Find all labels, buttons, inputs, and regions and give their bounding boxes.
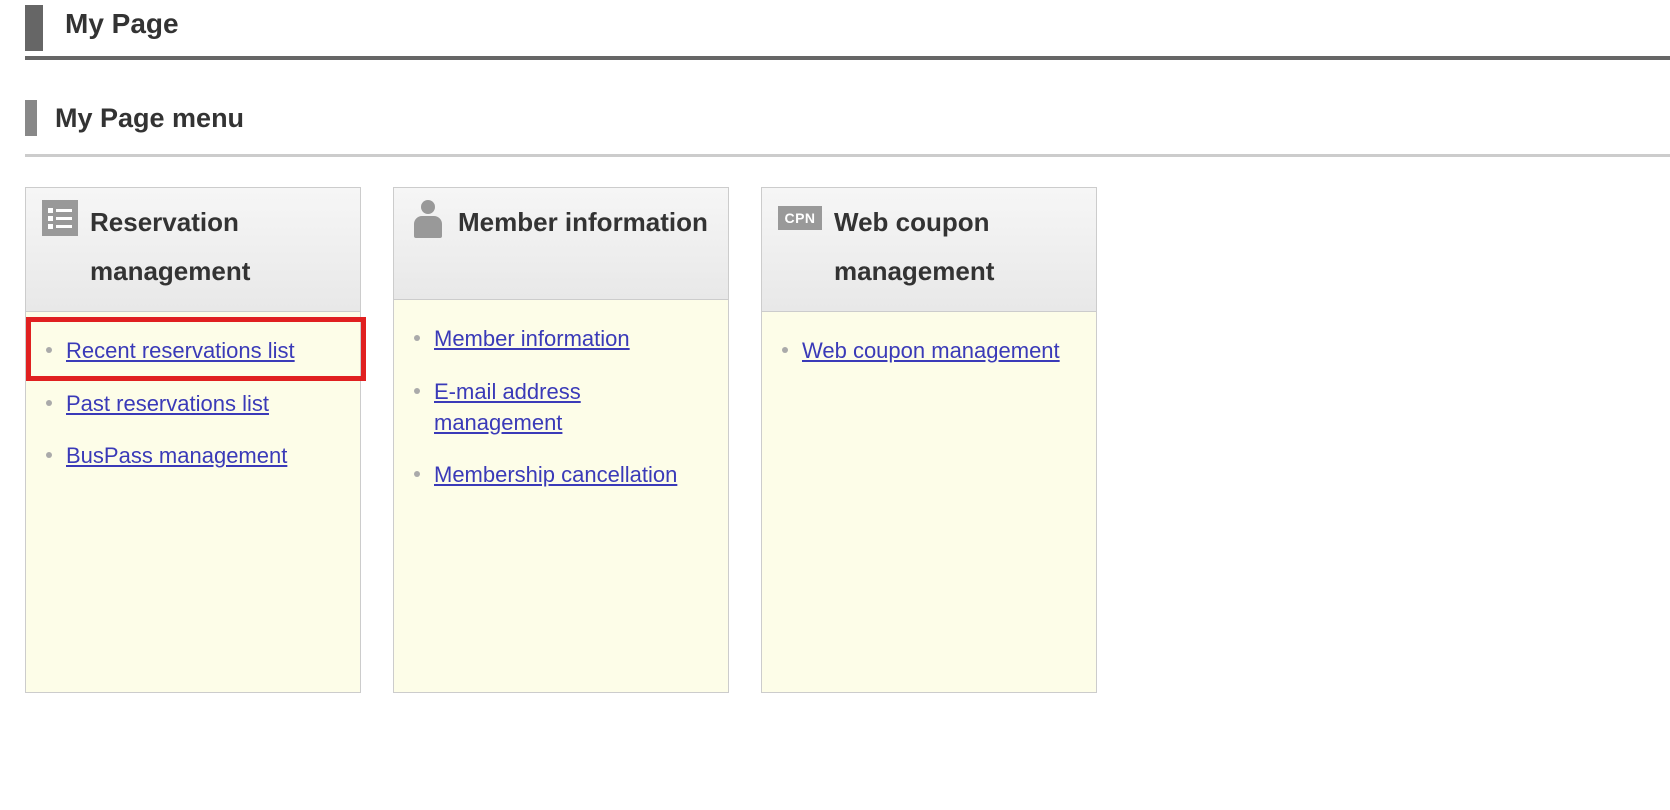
- link-buspass-management[interactable]: BusPass management: [66, 441, 287, 472]
- card-reservation-management: Reservation management Recent reservatio…: [25, 187, 361, 693]
- cpn-icon: CPN: [778, 200, 822, 230]
- card-header: Member information: [394, 188, 728, 300]
- list-item: Member information: [414, 324, 708, 355]
- page-header: My Page: [25, 0, 1670, 60]
- bullet-icon: [414, 388, 420, 394]
- link-member-information[interactable]: Member information: [434, 324, 630, 355]
- bullet-icon: [46, 452, 52, 458]
- link-email-management[interactable]: E-mail address management: [434, 377, 708, 439]
- card-member-information: Member information Member information E-…: [393, 187, 729, 693]
- page-title: My Page: [65, 8, 179, 40]
- link-past-reservations[interactable]: Past reservations list: [66, 389, 269, 420]
- card-body: Member information E-mail address manage…: [394, 300, 728, 692]
- card-body: Recent reservations list Past reservatio…: [26, 312, 360, 692]
- bullet-icon: [414, 335, 420, 341]
- bullet-icon: [46, 400, 52, 406]
- list-item: E-mail address management: [414, 377, 708, 439]
- person-icon: [410, 200, 446, 240]
- list-item: Membership cancellation: [414, 460, 708, 491]
- bullet-icon: [782, 347, 788, 353]
- list-icon: [42, 200, 78, 236]
- list-item: Past reservations list: [46, 389, 340, 420]
- list-item: Recent reservations list: [46, 336, 340, 367]
- bullet-icon: [46, 347, 52, 353]
- link-web-coupon-management[interactable]: Web coupon management: [802, 336, 1060, 367]
- page-header-accent-bar: [25, 5, 43, 51]
- list-item: Web coupon management: [782, 336, 1076, 367]
- card-header: Reservation management: [26, 188, 360, 312]
- card-title: Web coupon management: [834, 198, 1080, 297]
- card-body: Web coupon management: [762, 312, 1096, 692]
- list-item: BusPass management: [46, 441, 340, 472]
- section-header-accent-bar: [25, 100, 37, 136]
- card-header: CPN Web coupon management: [762, 188, 1096, 312]
- link-recent-reservations[interactable]: Recent reservations list: [66, 336, 295, 367]
- card-title: Member information: [458, 198, 708, 247]
- bullet-icon: [414, 471, 420, 477]
- card-title: Reservation management: [90, 198, 344, 297]
- cards-container: Reservation management Recent reservatio…: [25, 187, 1670, 693]
- link-membership-cancellation[interactable]: Membership cancellation: [434, 460, 677, 491]
- card-web-coupon-management: CPN Web coupon management Web coupon man…: [761, 187, 1097, 693]
- section-header: My Page menu: [25, 100, 1670, 157]
- section-title: My Page menu: [55, 103, 244, 134]
